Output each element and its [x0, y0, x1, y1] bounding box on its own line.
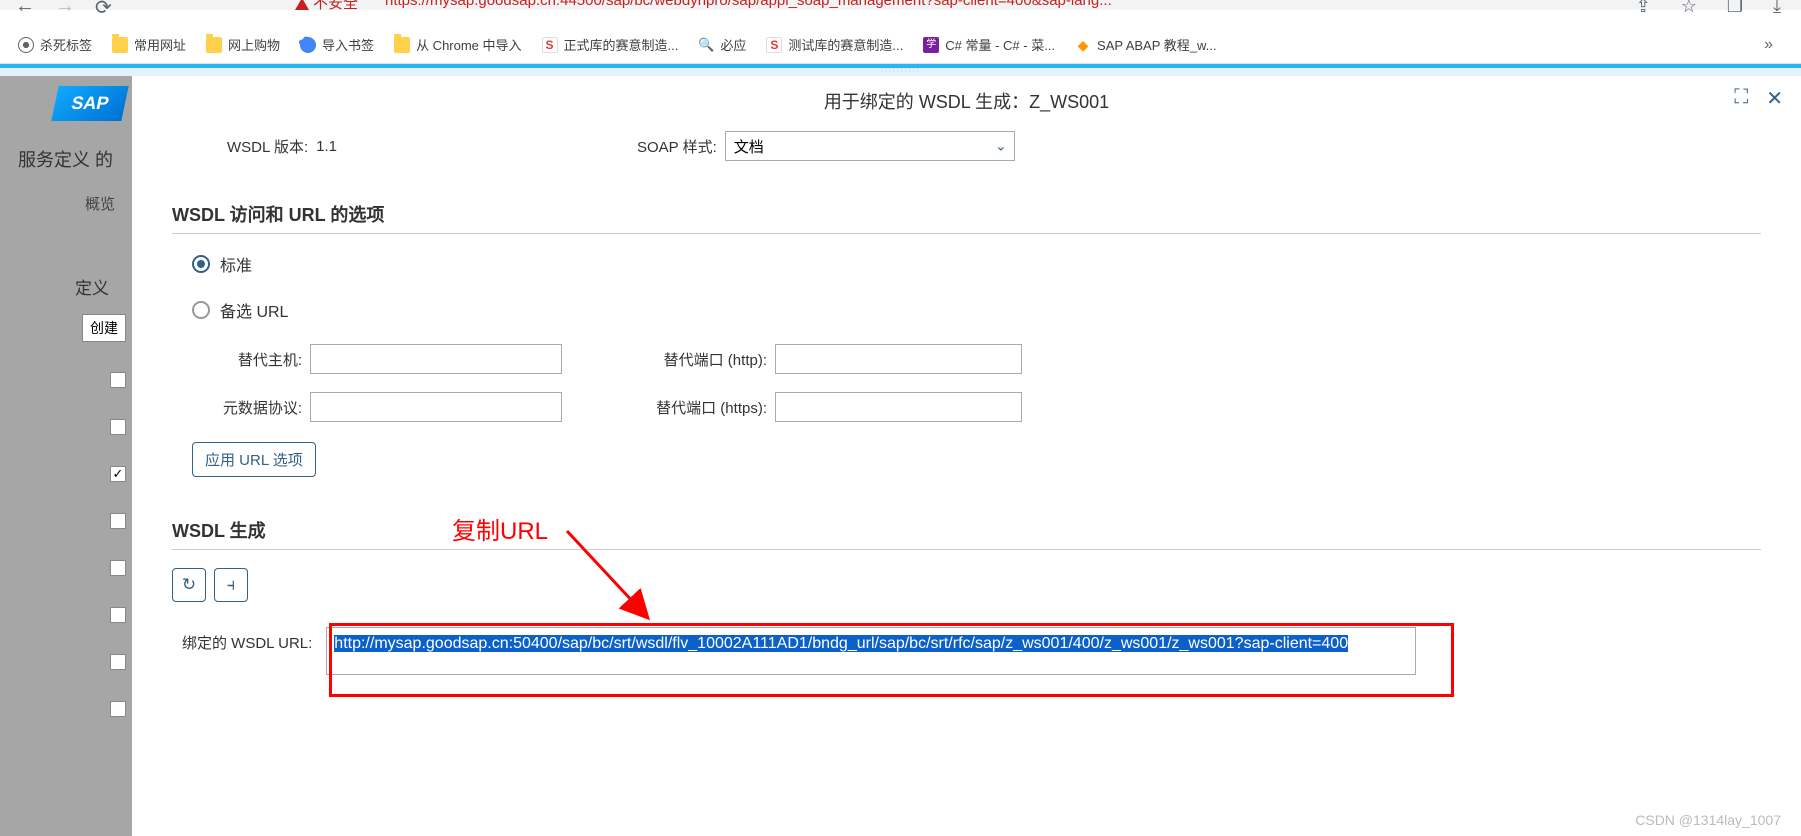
section-divider: [172, 233, 1761, 234]
gear-icon: [300, 37, 316, 53]
expand-icon[interactable]: ⛶: [1734, 86, 1748, 111]
orange-icon: [1075, 37, 1091, 53]
annotation-copy-label: 复制URL: [452, 511, 548, 546]
radio-icon-checked: [192, 255, 210, 273]
wsdl-version-value: 1.1: [316, 138, 337, 155]
radio-alternate-label: 备选 URL: [220, 298, 288, 322]
bookmark-label: 杀死标签: [40, 35, 92, 54]
bookmarks-overflow[interactable]: »: [1764, 36, 1783, 54]
bookmark-label: SAP ABAP 教程_w...: [1097, 35, 1216, 54]
bookmark-label: 测试库的赛意制造...: [788, 35, 903, 54]
bookmark-label: 必应: [720, 35, 746, 54]
bookmark-label: 网上购物: [228, 35, 280, 54]
dialog-header: 用于绑定的 WSDL 生成：Z_WS001 ⛶ ✕: [132, 76, 1801, 126]
close-icon[interactable]: ✕: [1766, 86, 1783, 111]
bg-checkbox-column: [110, 372, 126, 748]
nav-back-icon[interactable]: ←: [15, 0, 35, 20]
s-red-icon: [542, 37, 558, 53]
bg-checkbox[interactable]: [110, 654, 126, 670]
folder-icon: [206, 37, 222, 53]
bg-section-label: 定义: [75, 274, 109, 299]
radio-alternate-url[interactable]: 备选 URL: [192, 298, 1761, 322]
annotation-arrow: [562, 526, 682, 639]
filter-button[interactable]: ⫞: [214, 568, 248, 602]
nav-arrows: ← → ⟳: [15, 0, 112, 20]
bound-url-label: 绑定的 WSDL URL:: [182, 627, 312, 653]
folder-icon: [394, 37, 410, 53]
star-icon[interactable]: ☆: [1681, 0, 1697, 17]
wsdl-dialog: 用于绑定的 WSDL 生成：Z_WS001 ⛶ ✕ WSDL 版本: 1.1 S…: [132, 76, 1801, 836]
bookmark-item[interactable]: SAP ABAP 教程_w...: [1075, 35, 1216, 54]
apply-url-button[interactable]: 应用 URL 选项: [192, 442, 316, 477]
wsdl-version-label: WSDL 版本:: [227, 136, 308, 157]
radio-icon-unchecked: [192, 301, 210, 319]
alt-port-https-label: 替代端口 (https):: [622, 397, 767, 418]
bound-url-text: http://mysap.goodsap.cn:50400/sap/bc/srt…: [334, 635, 1348, 652]
bg-checkbox[interactable]: [110, 607, 126, 623]
bound-url-field[interactable]: http://mysap.goodsap.cn:50400/sap/bc/srt…: [326, 627, 1416, 675]
alt-port-http-label: 替代端口 (http):: [622, 349, 767, 370]
bg-checkbox[interactable]: [110, 419, 126, 435]
bookmark-item[interactable]: C# 常量 - C# - 菜...: [923, 35, 1055, 54]
bookmark-label: 导入书签: [322, 35, 374, 54]
dialog-drag-handle[interactable]: ::::::::::: [0, 68, 1801, 76]
url-text[interactable]: https://mysap.goodsap.cn:44500/sap/bc/we…: [385, 0, 1112, 9]
radio-standard-label: 标准: [220, 252, 252, 276]
soap-style-input[interactable]: [725, 131, 1015, 161]
purple-icon: [923, 37, 939, 53]
section-gen-title: WSDL 生成: [172, 517, 1761, 543]
alt-port-https-input[interactable]: [775, 392, 1022, 422]
bookmark-label: C# 常量 - C# - 菜...: [945, 35, 1055, 54]
section-access-title: WSDL 访问和 URL 的选项: [172, 201, 1761, 227]
section-divider: [172, 549, 1761, 550]
bookmark-label: 正式库的赛意制造...: [564, 35, 679, 54]
soap-style-label: SOAP 样式:: [637, 136, 717, 157]
bg-create-button[interactable]: 创建: [82, 314, 126, 342]
sap-logo: SAP: [51, 86, 128, 121]
bg-tab-overview[interactable]: 概览: [85, 193, 115, 214]
alt-host-label: 替代主机:: [212, 349, 302, 370]
bookmark-item[interactable]: 常用网址: [112, 35, 186, 54]
download-icon[interactable]: ⤓: [1773, 0, 1781, 17]
bg-checkbox[interactable]: [110, 513, 126, 529]
globe-icon: [18, 37, 34, 53]
bg-checkbox[interactable]: [110, 372, 126, 388]
reader-icon[interactable]: ❐: [1727, 0, 1743, 17]
bookmarks-bar: 杀死标签 常用网址 网上购物 导入书签 从 Chrome 中导入 正式库的赛意制造... 必…: [0, 26, 1801, 64]
bookmark-item[interactable]: 从 Chrome 中导入: [394, 35, 521, 54]
metadata-protocol-label: 元数据协议:: [212, 397, 302, 418]
alt-host-input[interactable]: [310, 344, 562, 374]
dialog-title: 用于绑定的 WSDL 生成：Z_WS001: [152, 88, 1781, 114]
bg-checkbox-checked[interactable]: [110, 466, 126, 482]
s-red-icon: [766, 37, 782, 53]
watermark: CSDN @1314lay_1007: [1635, 812, 1781, 828]
bookmark-item[interactable]: 测试库的赛意制造...: [766, 35, 903, 54]
bookmark-item[interactable]: 必应: [698, 35, 746, 54]
bg-page-title: 服务定义 的: [18, 146, 113, 172]
bing-icon: [698, 37, 714, 53]
url-bar-actions: ⇪ ☆ ❐ ⤓: [1636, 0, 1781, 17]
soap-style-select[interactable]: ⌄: [725, 131, 1015, 161]
nav-forward-icon[interactable]: →: [55, 0, 75, 20]
bookmark-item[interactable]: 正式库的赛意制造...: [542, 35, 679, 54]
nav-reload-icon[interactable]: ⟳: [95, 0, 112, 20]
bookmark-item[interactable]: 导入书签: [300, 35, 374, 54]
bg-checkbox[interactable]: [110, 701, 126, 717]
alt-port-http-input[interactable]: [775, 344, 1022, 374]
folder-icon: [112, 37, 128, 53]
refresh-button[interactable]: ↻: [172, 568, 206, 602]
insecure-badge: 不安全: [295, 0, 358, 13]
bookmark-item[interactable]: 网上购物: [206, 35, 280, 54]
bg-checkbox[interactable]: [110, 560, 126, 576]
bookmark-label: 从 Chrome 中导入: [416, 35, 521, 54]
bookmark-label: 常用网址: [134, 35, 186, 54]
metadata-protocol-input[interactable]: [310, 392, 562, 422]
share-icon[interactable]: ⇪: [1636, 0, 1651, 17]
radio-standard[interactable]: 标准: [192, 252, 1761, 276]
bookmark-item[interactable]: 杀死标签: [18, 35, 92, 54]
